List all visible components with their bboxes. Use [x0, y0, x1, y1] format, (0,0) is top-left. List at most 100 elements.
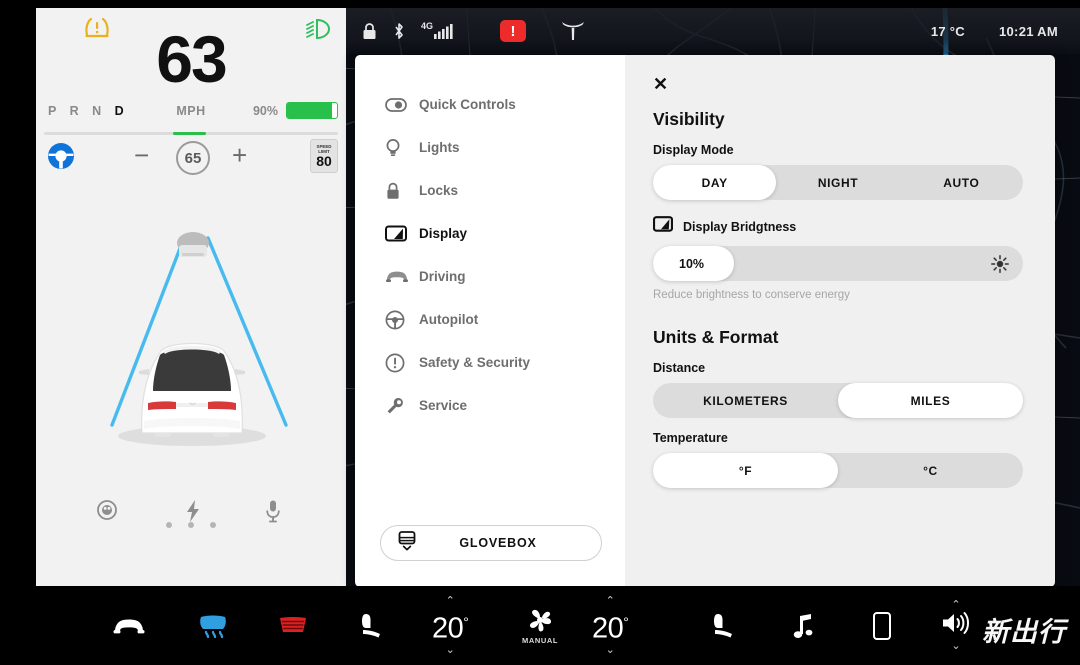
display-screen-icon: [385, 225, 419, 242]
outside-temperature: 17 °C: [930, 23, 965, 39]
passenger-seat-heater-icon[interactable]: [710, 586, 736, 665]
sidebar-item-label: Safety & Security: [419, 355, 531, 370]
temperature-option-celsius[interactable]: °C: [838, 453, 1023, 488]
media-music-icon[interactable]: [790, 586, 816, 665]
distance-segmented-control[interactable]: KILOMETERS MILES: [653, 383, 1023, 418]
cruise-set-speed[interactable]: 65: [176, 141, 210, 175]
display-mode-option-auto[interactable]: AUTO: [900, 165, 1023, 200]
visibility-section-title: Visibility: [653, 109, 725, 129]
cluster-info-row: P R N D MPH 90%: [36, 102, 346, 128]
rear-defrost-glyph: [280, 616, 306, 632]
driver-seat-glyph: [362, 613, 380, 637]
passenger-seat-glyph: [714, 613, 732, 637]
brightness-slider-fill: 10%: [653, 246, 735, 281]
cruise-decrease-button[interactable]: −: [134, 140, 149, 171]
tesla-logo-icon[interactable]: [560, 20, 586, 42]
volume-speaker-icon[interactable]: [940, 610, 972, 641]
toggle-switch-glyph: [385, 97, 407, 112]
driving-visualization: [36, 183, 346, 483]
passenger-temperature-control[interactable]: ⌃ 20° ⌄: [592, 586, 629, 665]
sidebar-item-label: Autopilot: [419, 312, 479, 327]
cruise-increase-button[interactable]: +: [232, 140, 247, 171]
chevron-down-icon[interactable]: ⌄: [606, 644, 615, 655]
fan-manual-button[interactable]: MANUAL: [522, 586, 558, 665]
display-mode-option-day[interactable]: DAY: [653, 165, 777, 200]
driver-seat-heater-icon[interactable]: [358, 586, 384, 665]
chevron-down-icon[interactable]: ⌄: [951, 641, 960, 652]
brightness-slider[interactable]: 10%: [653, 246, 1023, 281]
glovebox-button[interactable]: GLOVEBOX: [380, 525, 602, 561]
display-mode-label: Display Mode: [653, 143, 734, 157]
chevron-down-icon[interactable]: ⌄: [446, 644, 455, 655]
car-front-glyph: [386, 271, 408, 282]
sidebar-item-autopilot[interactable]: Autopilot: [355, 298, 625, 341]
bluetooth-icon[interactable]: [393, 22, 405, 40]
page-indicator-dots[interactable]: [36, 515, 346, 533]
units-section-title: Units & Format: [653, 327, 779, 347]
padlock-icon: [385, 181, 419, 201]
temperature-segmented-control[interactable]: °F °C: [653, 453, 1023, 488]
tesla-infotainment-screen: ry CH ME OO 4G: [0, 0, 1080, 665]
steering-wheel-icon: [385, 310, 419, 330]
sun-brightness-icon: [991, 255, 1009, 278]
checkbox-checked-icon[interactable]: [652, 216, 674, 237]
rear-defrost-icon[interactable]: [276, 586, 310, 665]
sidebar-item-driving[interactable]: Driving: [355, 255, 625, 298]
chevron-up-icon[interactable]: ⌃: [606, 596, 615, 607]
sidebar-item-safety-security[interactable]: Safety & Security: [355, 341, 625, 384]
chevron-up-icon[interactable]: ⌃: [951, 600, 960, 611]
battery-indicator: [286, 102, 338, 119]
close-icon[interactable]: ✕: [653, 75, 673, 95]
lock-icon[interactable]: [362, 22, 377, 40]
bottom-control-bar: ⌃ 20° ⌄ MANUAL ⌃ 20° ⌄ ⌃ ⌄ 新出行: [0, 586, 1080, 665]
clock-time: 10:21 AM: [999, 23, 1058, 39]
phone-device-glyph: [873, 611, 891, 640]
volume-control[interactable]: ⌃ ⌄: [940, 586, 972, 665]
page-dot: [188, 522, 194, 528]
sidebar-item-display[interactable]: Display: [355, 212, 625, 255]
sidebar-item-label: Driving: [419, 269, 466, 284]
display-brightness-row[interactable]: Display Bridgtness: [652, 216, 1023, 237]
phone-device-icon[interactable]: [872, 586, 892, 665]
cluster-quick-icons: [36, 483, 346, 543]
instrument-cluster: 63 P R N D MPH 90% − 65 + SPEED LIMIT 80: [36, 8, 346, 586]
sidebar-item-label: Quick Controls: [419, 97, 516, 112]
chevron-up-icon[interactable]: ⌃: [446, 596, 455, 607]
sidebar-item-service[interactable]: Service: [355, 384, 625, 427]
glovebox-drawer-glyph: [398, 530, 416, 550]
temperature-option-fahrenheit[interactable]: °F: [653, 453, 838, 488]
steering-wheel-icon[interactable]: [46, 141, 76, 176]
battery-percent-label: 90%: [252, 104, 278, 118]
passenger-temperature-value: 20°: [592, 612, 629, 645]
distance-option-miles[interactable]: MILES: [838, 383, 1023, 418]
sidebar-item-locks[interactable]: Locks: [355, 169, 625, 212]
front-defrost-glyph: [200, 615, 226, 638]
speed-limit-sign: SPEED LIMIT 80: [310, 139, 338, 173]
brightness-hint-text: Reduce brightness to conserve energy: [653, 289, 850, 301]
sidebar-item-quick-controls[interactable]: Quick Controls: [355, 83, 625, 126]
volume-speaker-glyph: [943, 612, 970, 634]
settings-detail-panel: ✕ Visibility Display Mode DAY NIGHT AUTO…: [625, 55, 1055, 587]
music-note-glyph: [793, 613, 813, 638]
display-mode-segmented-control[interactable]: DAY NIGHT AUTO: [653, 165, 1023, 200]
display-brightness-label: Display Bridgtness: [683, 219, 797, 234]
distance-option-kilometers[interactable]: KILOMETERS: [653, 383, 838, 418]
alert-badge[interactable]: !: [500, 20, 527, 42]
speed-readout: 63: [156, 22, 227, 96]
front-defrost-icon[interactable]: [196, 586, 230, 665]
sidebar-item-label: Locks: [419, 183, 459, 198]
driver-temperature-control[interactable]: ⌃ 20° ⌄: [432, 586, 469, 665]
display-mode-option-night[interactable]: NIGHT: [776, 165, 899, 200]
alert-circle-icon: [385, 353, 419, 373]
wrench-icon: [385, 396, 419, 416]
temperature-label: Temperature: [653, 431, 728, 445]
sidebar-item-lights[interactable]: Lights: [355, 126, 625, 169]
driver-temperature-value: 20°: [432, 612, 469, 645]
car-controls-icon[interactable]: [112, 586, 146, 665]
cellular-signal-4g-icon[interactable]: 4G: [421, 21, 454, 39]
page-dot: [210, 522, 217, 528]
sidebar-item-label: Service: [419, 398, 468, 413]
lightbulb-glyph: [386, 138, 400, 156]
glovebox-label: GLOVEBOX: [459, 536, 537, 550]
fan-mode-label: MANUAL: [522, 636, 559, 645]
